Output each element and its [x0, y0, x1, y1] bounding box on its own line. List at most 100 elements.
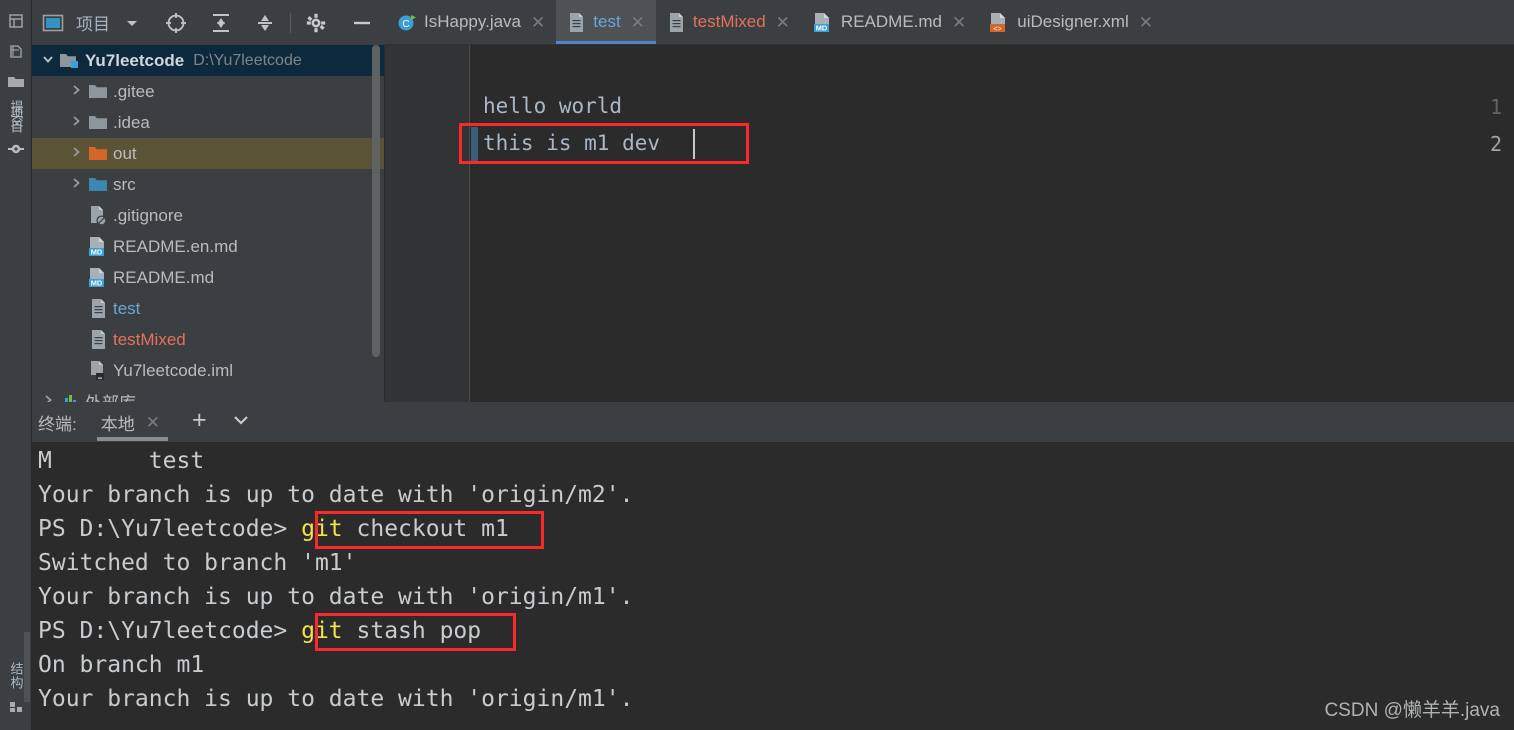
- svg-text:MD: MD: [91, 248, 103, 257]
- editor-tab-bar: C IsHappy.java ✕ test ✕ testMixed ✕ MD README.md…: [385, 0, 1514, 45]
- line-number-1: 1: [1489, 95, 1502, 119]
- chevron-down-icon[interactable]: [124, 15, 140, 31]
- code-line-1: hello world: [483, 94, 623, 118]
- terminal-body[interactable]: M test Your branch is up to date with 'or…: [24, 442, 1514, 730]
- tree-row[interactable]: .gitee: [32, 76, 384, 107]
- svg-text:MD: MD: [91, 279, 103, 288]
- chevron-right-icon[interactable]: [38, 393, 58, 402]
- tree-row-label: Yu7leetcode.iml: [113, 360, 234, 380]
- terminal-keyword: git: [301, 516, 343, 542]
- editor-tab-test[interactable]: test ✕: [556, 0, 656, 44]
- rail-label-structure[interactable]: 结构: [7, 660, 26, 692]
- expand-all-icon[interactable]: [210, 12, 232, 34]
- ide-window: 项目 提交 结构 项目 C IsHappy.java ✕ test ✕ test…: [0, 0, 1514, 730]
- svg-text:C: C: [402, 19, 409, 30]
- terminal-text: Your branch is up to date with 'origin/m…: [38, 686, 634, 712]
- tree-row-label: README.en.md: [113, 236, 238, 256]
- editor-tab-label: README.md: [840, 12, 942, 31]
- code-editor[interactable]: 1 2 hello world this is m1 dev: [385, 45, 1514, 402]
- tree-row[interactable]: testMixed: [32, 324, 384, 355]
- tree-row-label: testMixed: [113, 329, 186, 349]
- tree-row-label: README.md: [113, 267, 215, 287]
- terminal-text: Switched to branch 'm1': [38, 550, 357, 576]
- terminal-line: Switched to branch 'm1': [38, 550, 357, 576]
- left-tool-rail: 项目 提交 结构: [0, 0, 32, 730]
- terminal-text: PS D:\Yu7leetcode>: [38, 516, 302, 542]
- terminal-text: On branch m1: [38, 652, 205, 678]
- plus-icon[interactable]: +: [170, 407, 221, 437]
- tree-row[interactable]: src: [32, 169, 384, 200]
- panel-title: 项目: [76, 15, 110, 34]
- close-icon[interactable]: ✕: [146, 414, 160, 431]
- svg-text:<>: <>: [994, 23, 1002, 32]
- markdown-file-icon: MD: [812, 12, 834, 33]
- terminal-line: Your branch is up to date with 'origin/m…: [38, 584, 633, 610]
- chevron-right-icon[interactable]: [66, 114, 86, 131]
- crosshair-target-icon[interactable]: [164, 11, 188, 35]
- tree-row[interactable]: .idea: [32, 107, 384, 138]
- collapse-all-icon[interactable]: [254, 12, 276, 34]
- editor-gutter: [385, 45, 470, 402]
- terminal-text: PS D:\Yu7leetcode>: [38, 618, 302, 644]
- close-icon[interactable]: ✕: [1139, 14, 1153, 31]
- close-icon[interactable]: ✕: [952, 14, 966, 31]
- tree-row-label: .gitee: [113, 81, 155, 101]
- text-file-icon: [567, 12, 586, 33]
- tree-row-label: 外部库: [85, 389, 136, 402]
- terminal-text: Your branch is up to date with 'origin/m…: [38, 584, 634, 610]
- minimize-icon[interactable]: [351, 12, 373, 34]
- editor-tab-uidesigner-xml[interactable]: <> uiDesigner.xml ✕: [977, 0, 1164, 44]
- tree-row[interactable]: test: [32, 293, 384, 324]
- terminal-tab-local[interactable]: 本地 ✕: [95, 403, 170, 441]
- project-window-icon[interactable]: [42, 13, 64, 33]
- tree-row-label: out: [113, 143, 137, 163]
- terminal-text: Your branch is up to date with 'origin/m…: [38, 482, 634, 508]
- chevron-down-icon[interactable]: [38, 52, 58, 69]
- folder-blue-icon: [86, 175, 110, 194]
- line-number-2: 2: [1489, 132, 1502, 156]
- tree-row[interactable]: 外部库: [32, 386, 384, 402]
- target-icon[interactable]: [0, 134, 32, 164]
- tree-row[interactable]: MD README.en.md: [32, 231, 384, 262]
- code-line-2: this is m1 dev: [483, 131, 661, 155]
- close-icon[interactable]: ✕: [776, 14, 790, 31]
- gear-icon[interactable]: [305, 12, 327, 34]
- terminal-line: M test: [38, 448, 204, 474]
- project-tree-rows: Yu7leetcode D:\Yu7leetcode .gitee .idea out s…: [32, 45, 384, 402]
- java-class-icon: C: [396, 12, 417, 33]
- terminal-line: Your branch is up to date with 'origin/m…: [38, 686, 633, 712]
- tree-row[interactable]: MD README.md: [32, 262, 384, 293]
- rail-label-commit[interactable]: 提交: [7, 98, 26, 130]
- terminal-keyword: git: [301, 618, 343, 644]
- tree-row-path: D:\Yu7leetcode: [193, 51, 302, 69]
- chevron-right-icon[interactable]: [66, 145, 86, 162]
- terminal-title: 终端:: [38, 414, 77, 434]
- tree-row[interactable]: Yu7leetcode D:\Yu7leetcode: [32, 45, 384, 76]
- close-icon[interactable]: ✕: [631, 14, 645, 31]
- terminal-line: PS D:\Yu7leetcode> git stash pop: [38, 618, 481, 644]
- terminal-line: Your branch is up to date with 'origin/m…: [38, 482, 633, 508]
- svg-text:MD: MD: [816, 23, 828, 32]
- tree-row[interactable]: out: [32, 138, 384, 169]
- watermark: CSDN @懒羊羊.java: [1324, 700, 1500, 721]
- tree-row-label: test: [113, 298, 141, 318]
- project-panel-header: 项目: [32, 0, 385, 45]
- tree-row[interactable]: .gitignore: [32, 200, 384, 231]
- folder-grey-icon: [86, 113, 110, 132]
- chevron-down-icon[interactable]: [221, 410, 261, 435]
- tree-row-label: Yu7leetcode: [85, 50, 185, 70]
- editor-tab-label: test: [593, 12, 621, 31]
- tree-row[interactable]: Yu7leetcode.iml: [32, 355, 384, 386]
- editor-tab-testmixed[interactable]: testMixed ✕: [656, 0, 801, 44]
- editor-tab-label: uiDesigner.xml: [1017, 12, 1129, 31]
- editor-tab-readme-md[interactable]: MD README.md ✕: [801, 0, 977, 44]
- project-tree-scrollbar[interactable]: [372, 45, 380, 357]
- chevron-right-icon[interactable]: [66, 83, 86, 100]
- terminal-tab-label: 本地: [100, 414, 135, 434]
- modified-line-stripe: [471, 127, 478, 162]
- chevron-right-icon[interactable]: [66, 176, 86, 193]
- close-icon[interactable]: ✕: [531, 14, 545, 31]
- terminal-scrollbar[interactable]: [24, 632, 30, 702]
- folder-grey-icon: [86, 82, 110, 101]
- editor-tab-ishappy-java[interactable]: C IsHappy.java ✕: [385, 0, 556, 44]
